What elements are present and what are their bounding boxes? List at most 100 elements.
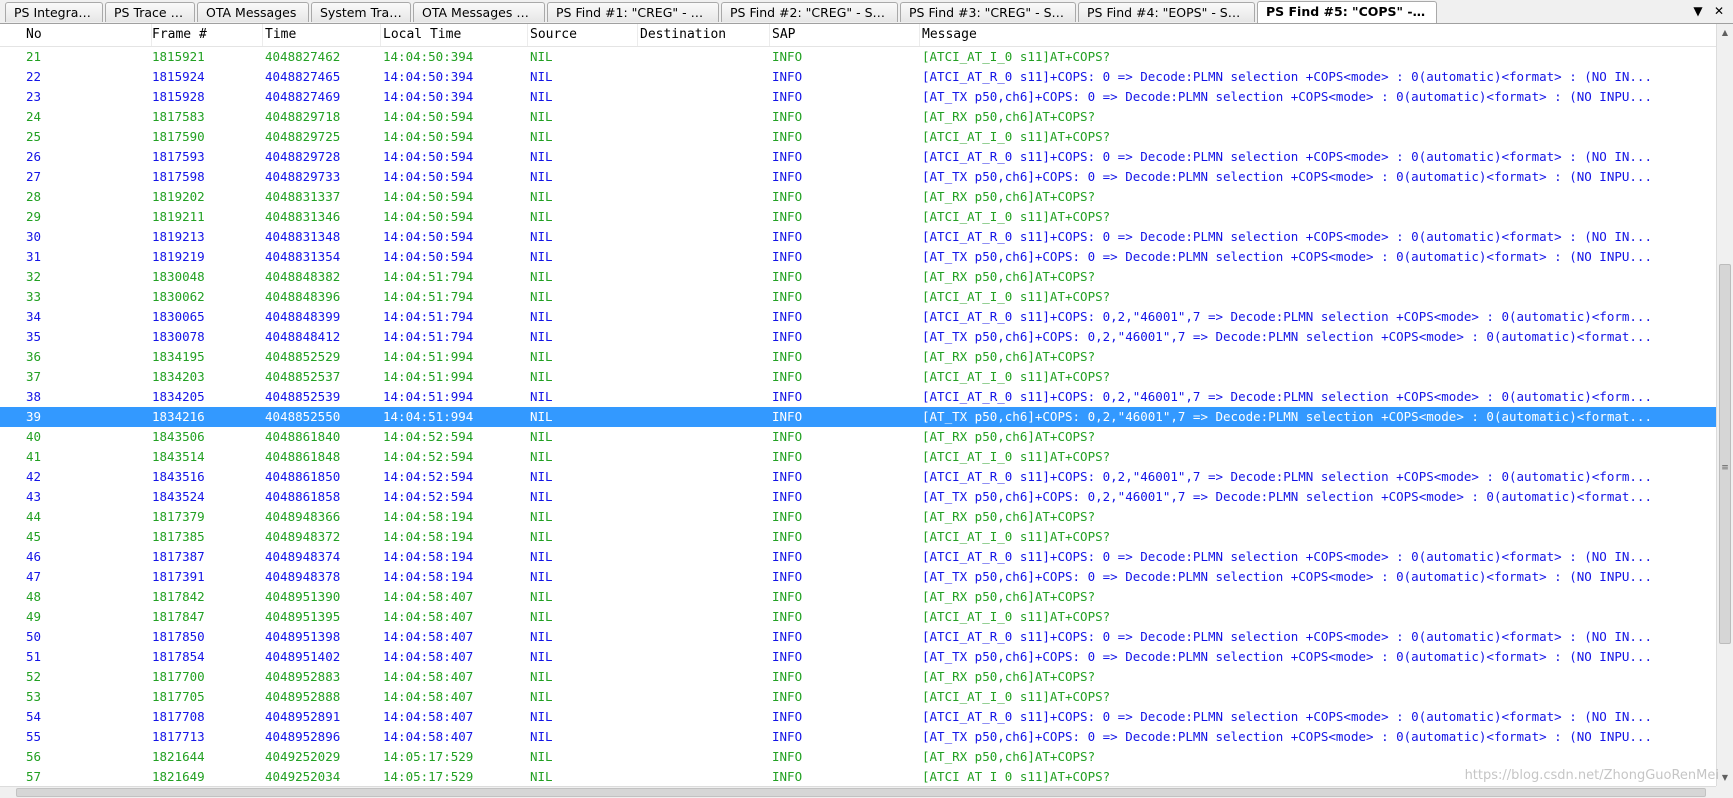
table-row[interactable]: 38 1834205 4048852539 14:04:51:994 NIL INFO [A…: [0, 387, 1716, 407]
table-row[interactable]: 49 1817847 4048951395 14:04:58:407 NIL INFO [A…: [0, 607, 1716, 627]
tab-1[interactable]: PS Integrated: [5, 2, 103, 22]
table-row[interactable]: 54 1817708 4048952891 14:04:58:407 NIL INFO [A…: [0, 707, 1716, 727]
cell-local-time: 14:04:51:794: [383, 269, 474, 284]
column-header-destination[interactable]: Destination: [638, 24, 770, 46]
cell-message: [ATCI_AT_I_0 s11]AT+COPS?: [922, 49, 1111, 64]
table-row[interactable]: 34 1830065 4048848399 14:04:51:794 NIL INFO [A…: [0, 307, 1716, 327]
table-row[interactable]: 41 1843514 4048861848 14:04:52:594 NIL INFO [A…: [0, 447, 1716, 467]
table-row[interactable]: 22 1815924 4048827465 14:04:50:394 NIL INFO [A…: [0, 67, 1716, 87]
tab-9[interactable]: PS Find #4: "EOPS" - System ...: [1078, 2, 1255, 22]
tab-7[interactable]: PS Find #2: "CREG" - System ...: [721, 2, 898, 22]
table-row[interactable]: 47 1817391 4048948378 14:04:58:194 NIL INFO [A…: [0, 567, 1716, 587]
table-row[interactable]: 52 1817700 4048952883 14:04:58:407 NIL INFO [A…: [0, 667, 1716, 687]
scroll-down-icon[interactable]: ▼: [1717, 769, 1733, 786]
cell-sap: INFO: [772, 249, 803, 264]
cell-message: [AT_RX p50,ch6]AT+COPS?: [922, 749, 1096, 764]
cell-destination: [640, 87, 760, 107]
tab-2[interactable]: PS Trace Peer: [105, 2, 195, 22]
table-row[interactable]: 40 1843506 4048861840 14:04:52:594 NIL INFO [A…: [0, 427, 1716, 447]
cell-local-time: 14:04:58:407: [383, 689, 474, 704]
cell-sap: INFO: [772, 509, 803, 524]
table-row[interactable]: 23 1815928 4048827469 14:04:50:394 NIL INFO [A…: [0, 87, 1716, 107]
scroll-up-icon[interactable]: ▲: [1717, 24, 1733, 41]
table-row[interactable]: 25 1817590 4048829725 14:04:50:594 NIL INFO [A…: [0, 127, 1716, 147]
cell-destination: [640, 507, 760, 527]
table-row[interactable]: 51 1817854 4048951402 14:04:58:407 NIL INFO [A…: [0, 647, 1716, 667]
table-row[interactable]: 57 1821649 4049252034 14:05:17:529 NIL INFO [A…: [0, 767, 1716, 786]
trace-rows: 21 1815921 4048827462 14:04:50:394 NIL INFO [A…: [0, 47, 1716, 786]
table-row[interactable]: 31 1819219 4048831354 14:04:50:594 NIL INFO [A…: [0, 247, 1716, 267]
table-row[interactable]: 50 1817850 4048951398 14:04:58:407 NIL INFO [A…: [0, 627, 1716, 647]
cell-message: [ATCI_AT_I_0 s11]AT+COPS?: [922, 689, 1111, 704]
table-row[interactable]: 29 1819211 4048831346 14:04:50:594 NIL INFO [A…: [0, 207, 1716, 227]
cell-no: 22: [26, 69, 42, 84]
cell-message: [ATCI_AT_R_0 s11]+COPS: 0,2,"46001",7 =>…: [922, 309, 1652, 324]
table-row[interactable]: 21 1815921 4048827462 14:04:50:394 NIL INFO [A…: [0, 47, 1716, 67]
column-header-time[interactable]: Time: [263, 24, 381, 46]
table-row[interactable]: 30 1819213 4048831348 14:04:50:594 NIL INFO [A…: [0, 227, 1716, 247]
table-row[interactable]: 36 1834195 4048852529 14:04:51:994 NIL INFO [A…: [0, 347, 1716, 367]
horizontal-scrollbar[interactable]: [0, 786, 1716, 798]
cell-time: 4048948366: [265, 509, 341, 524]
cell-source: NIL: [530, 489, 553, 504]
cell-no: 35: [26, 329, 42, 344]
column-header-no[interactable]: No: [24, 24, 152, 46]
cell-time: 4048952883: [265, 669, 341, 684]
vertical-scrollbar[interactable]: ▲ ≡ ▼: [1716, 24, 1733, 786]
tab-list-dropdown-icon[interactable]: ▼: [1690, 3, 1706, 19]
cell-local-time: 14:04:52:594: [383, 429, 474, 444]
table-row[interactable]: 53 1817705 4048952888 14:04:58:407 NIL INFO [A…: [0, 687, 1716, 707]
table-row[interactable]: 45 1817385 4048948372 14:04:58:194 NIL INFO [A…: [0, 527, 1716, 547]
vertical-scroll-thumb[interactable]: [1719, 264, 1731, 644]
table-row[interactable]: 24 1817583 4048829718 14:04:50:594 NIL INFO [A…: [0, 107, 1716, 127]
column-header-local-time[interactable]: Local Time: [381, 24, 528, 46]
table-row[interactable]: 26 1817593 4048829728 14:04:50:594 NIL INFO [A…: [0, 147, 1716, 167]
tab-3[interactable]: OTA Messages: [197, 2, 309, 22]
cell-message: [AT_RX p50,ch6]AT+COPS?: [922, 589, 1096, 604]
cell-time: 4048831337: [265, 189, 341, 204]
horizontal-scroll-thumb[interactable]: [16, 788, 1706, 797]
cell-frame: 1817705: [152, 689, 205, 704]
cell-time: 4048952888: [265, 689, 341, 704]
table-row[interactable]: 43 1843524 4048861858 14:04:52:594 NIL INFO [A…: [0, 487, 1716, 507]
cell-time: 4048948372: [265, 529, 341, 544]
table-row[interactable]: 28 1819202 4048831337 14:04:50:594 NIL INFO [A…: [0, 187, 1716, 207]
cell-sap: INFO: [772, 49, 803, 64]
table-row[interactable]: 33 1830062 4048848396 14:04:51:794 NIL INFO [A…: [0, 287, 1716, 307]
cell-frame: 1834205: [152, 389, 205, 404]
tab-4[interactable]: System Trace: [311, 2, 411, 22]
cell-time: 4048827465: [265, 69, 341, 84]
cell-no: 48: [26, 589, 42, 604]
table-row[interactable]: 55 1817713 4048952896 14:04:58:407 NIL INFO [A…: [0, 727, 1716, 747]
table-row[interactable]: 32 1830048 4048848382 14:04:51:794 NIL INFO [A…: [0, 267, 1716, 287]
table-row[interactable]: 39 1834216 4048852550 14:04:51:994 NIL INFO [A…: [0, 407, 1716, 427]
table-row[interactable]: 35 1830078 4048848412 14:04:51:794 NIL INFO [A…: [0, 327, 1716, 347]
table-row[interactable]: 42 1843516 4048861850 14:04:52:594 NIL INFO [A…: [0, 467, 1716, 487]
table-row[interactable]: 27 1817598 4048829733 14:04:50:594 NIL INFO [A…: [0, 167, 1716, 187]
cell-source: NIL: [530, 269, 553, 284]
tab-5[interactable]: OTA Messages w/o SI: [413, 2, 545, 22]
column-header-message[interactable]: Message: [920, 24, 1716, 46]
cell-destination: [640, 667, 760, 687]
column-header-source[interactable]: Source: [528, 24, 638, 46]
tab-6[interactable]: PS Find #1: "CREG" - System ...: [547, 2, 719, 22]
table-row[interactable]: 37 1834203 4048852537 14:04:51:994 NIL INFO [A…: [0, 367, 1716, 387]
cell-message: [AT_TX p50,ch6]+COPS: 0,2,"46001",7 => D…: [922, 489, 1652, 504]
table-row[interactable]: 44 1817379 4048948366 14:04:58:194 NIL INFO [A…: [0, 507, 1716, 527]
cell-source: NIL: [530, 69, 553, 84]
table-row[interactable]: 46 1817387 4048948374 14:04:58:194 NIL INFO [A…: [0, 547, 1716, 567]
column-header-frame[interactable]: Frame #: [150, 24, 263, 46]
tab-10[interactable]: PS Find #5: "COPS" - Syste...: [1257, 1, 1437, 23]
cell-message: [ATCI_AT_I_0 s11]AT+COPS?: [922, 449, 1111, 464]
table-row[interactable]: 56 1821644 4049252029 14:05:17:529 NIL INFO [A…: [0, 747, 1716, 767]
tab-8[interactable]: PS Find #3: "CREG" - System ...: [900, 2, 1076, 22]
cell-message: [ATCI_AT_R_0 s11]+COPS: 0 => Decode:PLMN…: [922, 549, 1652, 564]
cell-message: [AT_TX p50,ch6]+COPS: 0,2,"46001",7 => D…: [922, 409, 1652, 424]
close-tab-icon[interactable]: ✕: [1711, 3, 1727, 19]
column-header-sap[interactable]: SAP: [770, 24, 920, 46]
table-row[interactable]: 48 1817842 4048951390 14:04:58:407 NIL INFO [A…: [0, 587, 1716, 607]
cell-destination: [640, 127, 760, 147]
cell-time: 4048852529: [265, 349, 341, 364]
trace-grid: No Frame # Time Local Time Source Destin…: [0, 24, 1716, 786]
cell-destination: [640, 107, 760, 127]
